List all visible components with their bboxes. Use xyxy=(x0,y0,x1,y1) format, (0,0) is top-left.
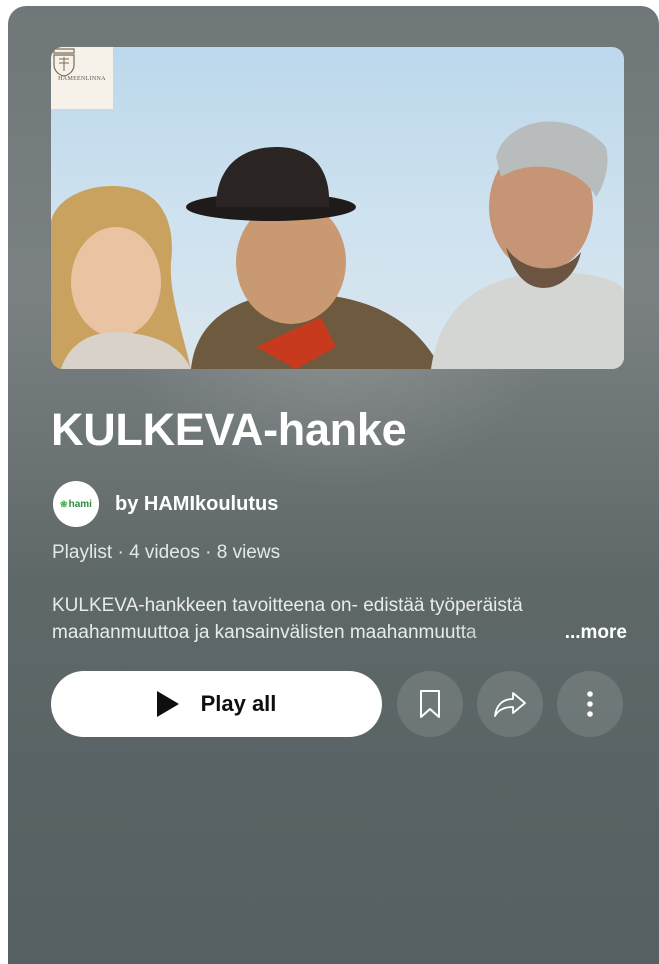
description-line-2-row: maahanmuuttoa ja kansainvälisten maahanm… xyxy=(52,619,627,646)
channel-row[interactable]: ❀ hami by HAMIkoulutus xyxy=(53,481,278,527)
play-icon xyxy=(156,691,179,717)
share-button[interactable] xyxy=(477,671,543,737)
channel-avatar[interactable]: ❀ hami xyxy=(53,481,99,527)
channel-name-link[interactable]: by HAMIkoulutus xyxy=(115,493,278,516)
playlist-meta: Playlist · 4 videos · 8 views xyxy=(52,542,281,563)
avatar-text: hami xyxy=(68,498,92,510)
bookmark-icon xyxy=(420,690,440,718)
playlist-description[interactable]: KULKEVA-hankkeen tavoitteena on- edistää… xyxy=(52,592,627,646)
playlist-header-panel: HAMEENLINNA KULKEVA-hanke ❀ hami by HAMI… xyxy=(8,6,659,964)
hameenlinna-logo: HAMEENLINNA xyxy=(51,47,113,109)
playlist-thumbnail[interactable]: HAMEENLINNA xyxy=(51,47,624,369)
thumbnail-photo xyxy=(51,121,624,369)
play-all-button[interactable]: Play all xyxy=(51,671,382,737)
save-button[interactable] xyxy=(397,671,463,737)
more-actions-button[interactable] xyxy=(557,671,623,737)
description-line-2: maahanmuuttoa ja kansainvälisten maahanm… xyxy=(52,622,477,643)
crest-icon xyxy=(53,48,75,77)
description-line-1: KULKEVA-hankkeen tavoitteena on- edistää… xyxy=(52,595,523,616)
more-link[interactable]: ...more xyxy=(565,619,627,646)
share-icon xyxy=(494,692,526,717)
play-all-label: Play all xyxy=(200,691,277,716)
leaf-icon: ❀ xyxy=(60,498,68,509)
more-vert-icon xyxy=(587,691,593,717)
playlist-title: KULKEVA-hanke xyxy=(51,404,407,455)
